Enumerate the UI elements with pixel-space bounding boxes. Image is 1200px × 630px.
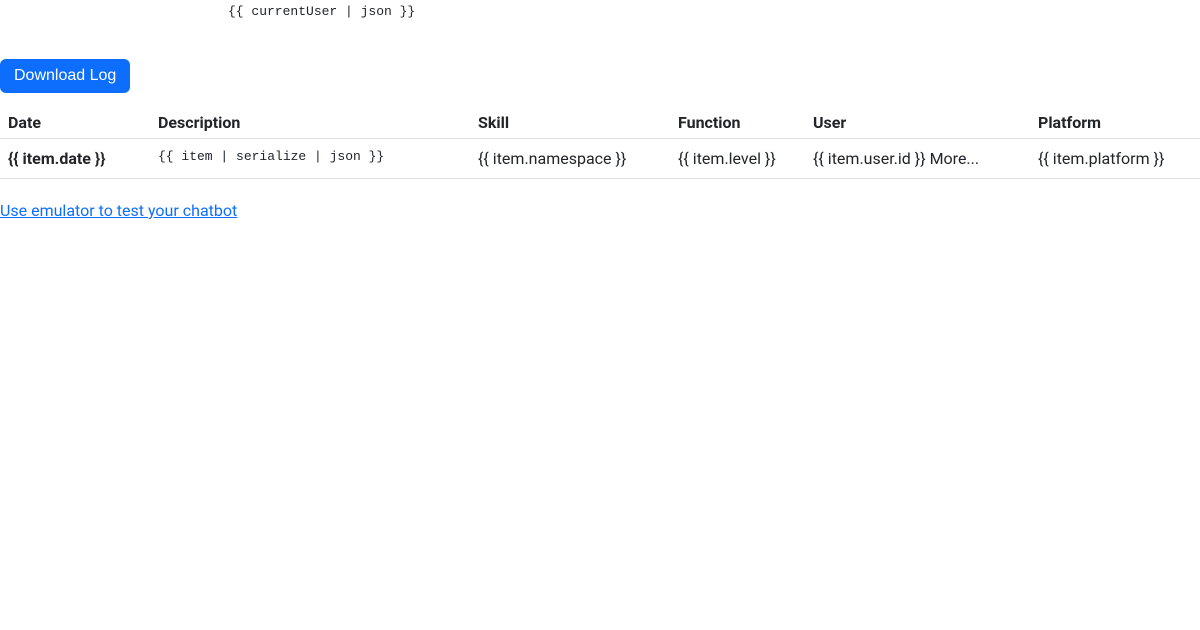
debug-expression: {{ currentUser | json }} [228,0,1200,19]
column-header-skill: Skill [470,105,670,139]
download-log-button[interactable]: Download Log [0,59,130,93]
column-header-date: Date [0,105,150,139]
cell-platform: {{ item.platform }} [1030,139,1200,179]
table-header-row: Date Description Skill Function User Pla… [0,105,1200,139]
column-header-description: Description [150,105,470,139]
column-header-function: Function [670,105,805,139]
cell-description: {{ item | serialize | json }} [150,139,470,179]
emulator-link[interactable]: Use emulator to test your chatbot [0,201,237,220]
column-header-platform: Platform [1030,105,1200,139]
cell-function: {{ item.level }} [670,139,805,179]
cell-skill: {{ item.namespace }} [470,139,670,179]
table-row: {{ item.date }} {{ item | serialize | js… [0,139,1200,179]
cell-date: {{ item.date }} [0,139,150,179]
column-header-user: User [805,105,1030,139]
log-table: Date Description Skill Function User Pla… [0,105,1200,179]
cell-user[interactable]: {{ item.user.id }} More... [805,139,1030,179]
